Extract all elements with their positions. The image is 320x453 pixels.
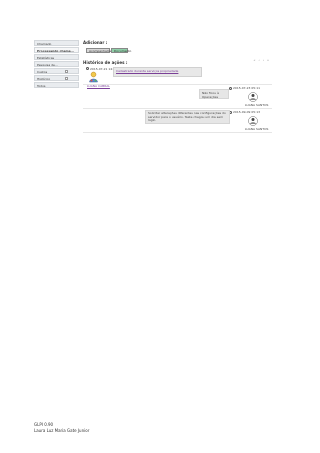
- user-avatar-icon: [89, 71, 98, 83]
- sidebar-item-costs[interactable]: Custos: [34, 68, 79, 74]
- count-badge: [65, 77, 68, 80]
- user-avatar-icon: [248, 116, 258, 126]
- entry-message: Solicitar alterações diferentes nas conf…: [145, 110, 230, 124]
- user-avatar-icon: [248, 92, 258, 102]
- clock-icon: [229, 86, 232, 90]
- add-title: Adicionar :: [83, 40, 108, 45]
- entry-link[interactable]: Cadastrado durante serviços propriedade: [114, 68, 201, 74]
- page: Chamado Processando chama... Estatística…: [0, 0, 320, 453]
- entry-meta: 2015-07-23 05:11: [229, 86, 260, 90]
- entry-date: 2015-09-09 05:13: [233, 110, 261, 114]
- count-badge: [65, 70, 68, 73]
- clock-icon: [86, 67, 89, 70]
- sidebar-item-ticket[interactable]: Chamado: [34, 40, 79, 46]
- entry-username: LUANA SANTOS: [245, 127, 269, 131]
- footer-author: Laura Luz Maria Gate Junior: [34, 428, 90, 433]
- history-title-text: Histórico de ações :: [83, 60, 128, 65]
- add-followup-button[interactable]: Acompanhamento: [86, 48, 116, 53]
- entry-message: Não ficou à Operações: [199, 89, 229, 99]
- history-title: Histórico de ações : « ‹ › »: [83, 58, 272, 65]
- entry-date: 2015-07-23 05:11: [233, 86, 261, 90]
- footer: GLPI 0.90 Laura Luz Maria Gate Junior: [34, 422, 89, 434]
- pager-controls[interactable]: « ‹ › »: [254, 58, 270, 62]
- divider: [83, 132, 272, 133]
- entry-content: Cadastrado durante serviços propriedade: [113, 67, 202, 77]
- ticket-sidebar: Chamado Processando chama... Estatística…: [34, 40, 79, 89]
- sidebar-item-survey[interactable]: Pesquisa de...: [34, 61, 79, 67]
- sidebar-item-history[interactable]: Histórico: [34, 75, 79, 81]
- entry-username: LUANA SANTOS: [245, 103, 269, 107]
- sidebar-item-processing[interactable]: Processando chama...: [34, 47, 79, 53]
- sidebar-item-all[interactable]: Todos: [34, 82, 79, 88]
- add-buttons: Acompanhamento Documento: [83, 48, 272, 54]
- sidebar-item-statistics[interactable]: Estatísticas: [34, 54, 79, 60]
- add-document-button[interactable]: Documento: [111, 48, 131, 53]
- divider: [83, 108, 272, 109]
- main-content: Adicionar : Acompanhamento Documento His…: [83, 40, 272, 88]
- history-entry: 2015-07-21 14:36 LUANA CABRAL Cadastrado…: [83, 67, 272, 97]
- divider: [83, 84, 272, 85]
- entry-meta: 2015-09-09 05:13: [229, 110, 260, 114]
